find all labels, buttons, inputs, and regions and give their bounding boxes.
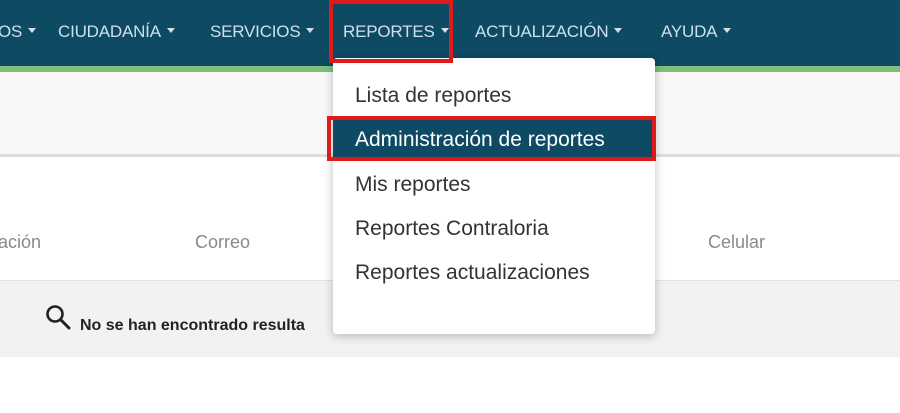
nav-item-label: OS <box>0 22 23 41</box>
menu-item-reportes-actualizaciones[interactable]: Reportes actualizaciones <box>333 253 655 293</box>
nav-item-partial[interactable]: OS <box>0 22 37 42</box>
empty-results-message: No se han encontrado resulta <box>80 317 305 334</box>
nav-item-ciudadania[interactable]: CIUDADANÍA <box>58 22 175 42</box>
nav-item-ayuda[interactable]: AYUDA <box>661 22 732 42</box>
menu-item-administracion-reportes[interactable]: Administración de reportes <box>333 120 655 160</box>
reportes-dropdown-menu: Lista de reportes Administración de repo… <box>333 58 655 334</box>
nav-item-reportes[interactable]: REPORTES <box>343 22 449 42</box>
column-header-celular[interactable]: Celular <box>708 232 765 253</box>
caret-down-icon <box>28 28 37 34</box>
nav-item-servicios[interactable]: SERVICIOS <box>210 22 315 42</box>
nav-item-label: CIUDADANÍA <box>58 22 161 41</box>
column-header-correo[interactable]: Correo <box>195 232 250 253</box>
nav-item-label: SERVICIOS <box>210 22 301 41</box>
menu-item-reportes-contraloria[interactable]: Reportes Contraloria <box>333 209 655 249</box>
search-icon <box>46 305 71 330</box>
caret-down-icon <box>306 28 315 34</box>
caret-down-icon <box>723 28 732 34</box>
caret-down-icon <box>166 28 175 34</box>
top-navbar: OS CIUDADANÍA SERVICIOS REPORTES ACTUALI… <box>0 0 900 66</box>
nav-item-actualizacion[interactable]: ACTUALIZACIÓN <box>475 22 623 42</box>
menu-item-lista-reportes[interactable]: Lista de reportes <box>333 76 655 116</box>
nav-item-label: ACTUALIZACIÓN <box>475 22 609 41</box>
caret-down-icon <box>440 28 449 34</box>
column-header[interactable]: ación <box>0 232 41 253</box>
nav-item-label: AYUDA <box>661 22 718 41</box>
caret-down-icon <box>614 28 623 34</box>
menu-item-mis-reportes[interactable]: Mis reportes <box>333 165 655 205</box>
nav-item-label: REPORTES <box>343 22 435 41</box>
